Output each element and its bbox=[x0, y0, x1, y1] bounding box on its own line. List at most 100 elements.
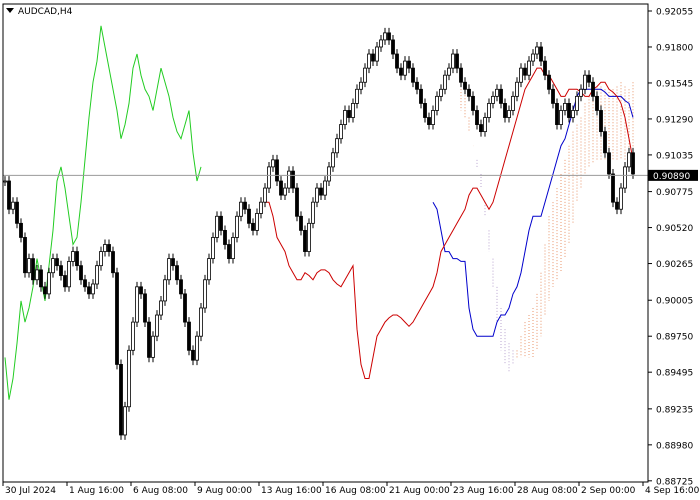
candle-body bbox=[571, 110, 575, 118]
y-tick-label: 0.91800 bbox=[656, 43, 693, 53]
candle-body bbox=[175, 265, 179, 281]
candle-body bbox=[291, 170, 295, 189]
candle-body bbox=[151, 335, 155, 358]
candle-body bbox=[327, 166, 331, 182]
candle-body bbox=[523, 67, 527, 76]
current-price-value: 0.90890 bbox=[653, 172, 690, 182]
candle-body bbox=[343, 110, 347, 125]
x-tick-label: 4 Sep 16:00 bbox=[645, 486, 700, 496]
candle-body bbox=[255, 213, 259, 231]
candle-body bbox=[403, 60, 407, 76]
candle-body bbox=[599, 110, 603, 133]
candle-body bbox=[35, 269, 39, 281]
candle-body bbox=[15, 201, 19, 224]
candle-body bbox=[39, 269, 43, 288]
candle-body bbox=[139, 286, 143, 295]
candle-body bbox=[95, 265, 99, 285]
candle-body bbox=[323, 180, 327, 196]
y-tick-label: 0.88980 bbox=[656, 441, 693, 451]
candle-body bbox=[423, 103, 427, 118]
candle-body bbox=[187, 321, 191, 351]
candle-body bbox=[491, 95, 495, 104]
candle-body bbox=[355, 88, 359, 104]
candle-body bbox=[407, 60, 411, 69]
candle-body bbox=[103, 244, 107, 252]
candle-body bbox=[299, 215, 303, 231]
candle-body bbox=[543, 60, 547, 76]
candle-body bbox=[455, 53, 459, 69]
candle-body bbox=[127, 349, 131, 408]
candle-body bbox=[339, 124, 343, 140]
candle-body bbox=[435, 95, 439, 111]
candle-body bbox=[11, 201, 15, 210]
candle-body bbox=[511, 95, 515, 111]
candle-body bbox=[243, 201, 247, 210]
candle-body bbox=[307, 222, 311, 252]
candle-body bbox=[155, 314, 159, 337]
candle-body bbox=[19, 222, 23, 238]
candle-body bbox=[527, 60, 531, 76]
candle-body bbox=[371, 53, 375, 62]
candle-body bbox=[471, 95, 475, 111]
candle-body bbox=[391, 39, 395, 55]
candle-body bbox=[347, 110, 351, 118]
candle-body bbox=[247, 208, 251, 224]
candle-body bbox=[43, 286, 47, 295]
candle-body bbox=[79, 265, 83, 281]
candle-body bbox=[503, 103, 507, 118]
y-tick-label: 0.91545 bbox=[656, 79, 693, 89]
candle-body bbox=[351, 103, 355, 118]
candle-body bbox=[167, 258, 171, 281]
candle-body bbox=[115, 272, 119, 365]
candle-body bbox=[191, 349, 195, 361]
chart-title: AUDCAD,H4 bbox=[18, 7, 73, 17]
current-price-label: 0.90890 bbox=[648, 169, 698, 182]
candle-body bbox=[183, 293, 187, 323]
candle-body bbox=[3, 180, 7, 183]
candle-body bbox=[579, 88, 583, 97]
candle-body bbox=[519, 67, 523, 83]
candle-body bbox=[567, 103, 571, 118]
candle-body bbox=[231, 237, 235, 260]
candle-body bbox=[575, 95, 579, 111]
price-chart[interactable]: 0.92055 0.91800 0.91545 0.91290 0.91035 0.907… bbox=[0, 0, 700, 500]
candle-body bbox=[87, 286, 91, 295]
x-tick-label: 13 Aug 16:00 bbox=[261, 486, 322, 496]
candle-body bbox=[223, 229, 227, 245]
candle-body bbox=[331, 152, 335, 168]
candle-body bbox=[83, 279, 87, 288]
candle-body bbox=[611, 173, 615, 203]
candle-body bbox=[31, 258, 35, 281]
candle-body bbox=[467, 88, 471, 97]
candle-body bbox=[411, 67, 415, 83]
y-tick-label: 0.89750 bbox=[656, 333, 693, 343]
candle-body bbox=[591, 81, 595, 97]
candle-body bbox=[55, 258, 59, 267]
candle-body bbox=[311, 201, 315, 224]
candle-body bbox=[211, 237, 215, 260]
candle-body bbox=[75, 251, 79, 267]
y-tick-label: 0.91035 bbox=[656, 151, 693, 161]
candle-body bbox=[123, 406, 127, 436]
candle-body bbox=[487, 103, 491, 118]
candle-body bbox=[67, 261, 71, 288]
candle-body bbox=[439, 88, 443, 97]
candle-body bbox=[475, 110, 479, 125]
candle-body bbox=[239, 201, 243, 217]
candle-body bbox=[99, 251, 103, 267]
candle-body bbox=[251, 222, 255, 231]
candle-body bbox=[271, 159, 275, 168]
candle-body bbox=[431, 110, 435, 125]
candle-body bbox=[207, 258, 211, 281]
candle-body bbox=[427, 117, 431, 125]
candle-body bbox=[447, 67, 451, 76]
candle-body bbox=[483, 117, 487, 133]
candle-body bbox=[215, 215, 219, 238]
y-tick-label: 0.89495 bbox=[656, 369, 693, 379]
candle-body bbox=[595, 95, 599, 111]
x-tick-label: 30 Jul 2024 bbox=[5, 486, 56, 496]
candle-body bbox=[559, 110, 563, 125]
y-tick-label: 0.90520 bbox=[656, 224, 693, 234]
x-tick-label: 9 Aug 00:00 bbox=[197, 486, 252, 496]
candle-body bbox=[419, 88, 423, 104]
